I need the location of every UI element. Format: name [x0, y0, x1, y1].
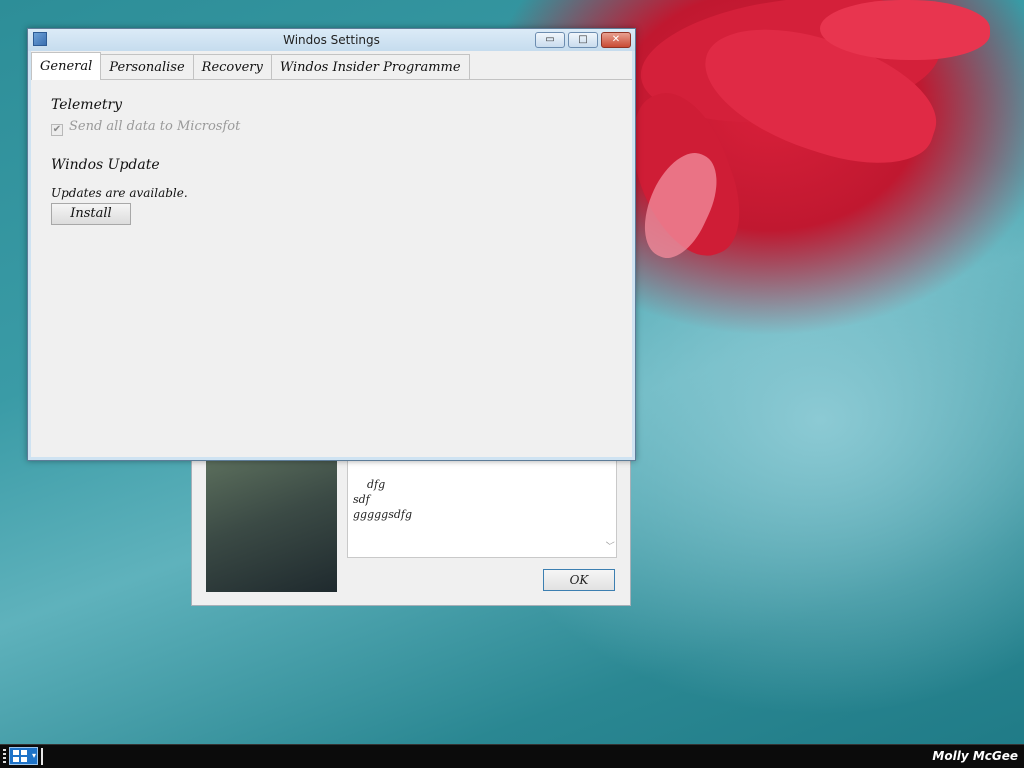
telemetry-checkbox-label: Send all data to Microsfot [69, 119, 241, 134]
title-bar[interactable]: Windos Settings ▭ □ ✕ [28, 29, 635, 51]
window-client-area: General Personalise Recovery Windos Insi… [31, 51, 632, 457]
dialog-text-content: dfg sdf gggggsdfg [353, 478, 413, 521]
taskbar-separator [41, 748, 43, 765]
tab-recovery[interactable]: Recovery [192, 54, 272, 80]
background-dialog: dfg sdf gggggsdfg ﹀ OK [191, 448, 631, 606]
ok-button[interactable]: OK [543, 569, 615, 591]
tab-divider [31, 79, 632, 80]
minimize-button[interactable]: ▭ [535, 32, 565, 48]
telemetry-checkbox-row: ✔ Send all data to Microsfot [51, 119, 240, 136]
dialog-image [206, 461, 337, 592]
telemetry-heading: Telemetry [51, 97, 123, 113]
dialog-text-area[interactable]: dfg sdf gggggsdfg ﹀ [347, 459, 617, 558]
user-name[interactable]: Molly McGee [932, 749, 1018, 763]
close-button[interactable]: ✕ [601, 32, 631, 48]
windows-logo-icon [13, 750, 27, 762]
install-button[interactable]: Install [51, 203, 131, 225]
taskbar-grip-icon[interactable] [3, 749, 6, 765]
scroll-down-icon[interactable]: ﹀ [604, 540, 613, 555]
tab-general[interactable]: General [31, 52, 102, 80]
tab-insider-programme[interactable]: Windos Insider Programme [270, 54, 470, 80]
tab-strip: General Personalise Recovery Windos Insi… [31, 52, 470, 80]
update-heading: Windos Update [51, 157, 160, 173]
maximize-button[interactable]: □ [568, 32, 598, 48]
start-button[interactable]: ▾ [9, 747, 38, 765]
general-panel: Telemetry ✔ Send all data to Microsfot Wi… [51, 97, 622, 447]
taskbar: ▾ Molly McGee [0, 744, 1024, 768]
telemetry-checkbox: ✔ [51, 124, 63, 136]
settings-window: Windos Settings ▭ □ ✕ General Personalis… [27, 28, 636, 461]
tab-personalise[interactable]: Personalise [100, 54, 194, 80]
update-status-text: Updates are available. [51, 186, 188, 200]
chevron-down-icon: ▾ [31, 751, 36, 760]
